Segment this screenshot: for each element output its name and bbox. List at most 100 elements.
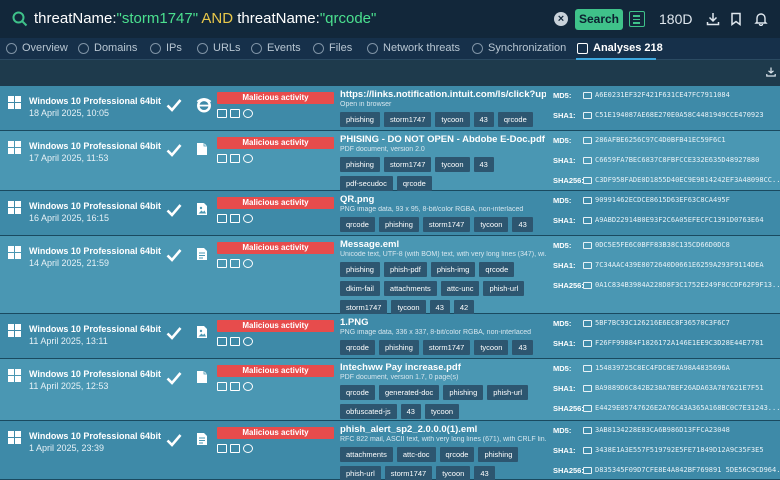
tag[interactable]: 43 <box>512 217 533 232</box>
tab-overview[interactable]: Overview <box>6 42 68 54</box>
analysis-row[interactable]: Windows 10 Professional 64bit 18 April 2… <box>0 86 780 140</box>
tab-synchronization[interactable]: Synchronization <box>472 42 566 54</box>
tab-files[interactable]: Files <box>313 42 352 54</box>
tag[interactable]: storm1747 <box>384 466 433 480</box>
analysis-title[interactable]: https://links.notification.intuit.com/ls… <box>340 89 546 100</box>
copy-icon[interactable] <box>583 111 592 119</box>
tab-analyses[interactable]: Analyses 218 <box>577 42 663 54</box>
tag[interactable]: obfuscated-js <box>340 404 397 419</box>
tag[interactable]: storm1747 <box>340 300 388 315</box>
analysis-title[interactable]: PHISING - DO NOT OPEN - Abdobe E-Doc.pdf <box>340 134 546 145</box>
tag[interactable]: qrcode <box>479 262 515 277</box>
tab-urls[interactable]: URLs <box>197 42 241 54</box>
copy-icon[interactable] <box>583 136 592 144</box>
search-input[interactable]: threatName:"storm1747" AND threatName:"q… <box>34 10 376 27</box>
tag[interactable]: dkim-fail <box>340 281 380 296</box>
search-button[interactable]: Search <box>575 9 623 30</box>
tag[interactable]: phishing <box>378 217 419 232</box>
analysis-title[interactable]: Message.eml <box>340 239 546 250</box>
tag[interactable]: phish-url <box>340 466 381 480</box>
tag[interactable]: tycoon <box>474 217 509 232</box>
copy-icon[interactable] <box>583 176 592 184</box>
tag[interactable]: phishing <box>340 112 380 127</box>
analysis-row[interactable]: Windows 10 Professional 64bit 11 April 2… <box>0 314 780 368</box>
analysis-title[interactable]: phish_alert_sp2_2.0.0.0(1).eml <box>340 424 546 435</box>
analysis-row[interactable]: Windows 10 Professional 64bit 14 April 2… <box>0 236 780 315</box>
tag[interactable]: 43 <box>473 112 494 127</box>
copy-icon[interactable] <box>583 384 592 392</box>
copy-icon[interactable] <box>583 339 592 347</box>
export-icon[interactable] <box>766 67 776 77</box>
tag[interactable]: 43 <box>473 157 494 172</box>
copy-icon[interactable] <box>583 446 592 454</box>
analysis-row[interactable]: Windows 10 Professional 64bit 16 April 2… <box>0 191 780 245</box>
tag[interactable]: 42 <box>453 300 475 315</box>
analysis-row[interactable]: Windows 10 Professional 64bit 17 April 2… <box>0 131 780 191</box>
tab-network-threats[interactable]: Network threats <box>367 42 460 54</box>
behavior-icons <box>217 382 253 391</box>
copy-icon[interactable] <box>583 426 592 434</box>
tag[interactable]: phishing <box>340 157 380 172</box>
tag[interactable]: attachments <box>340 447 393 462</box>
tag[interactable]: qrcode <box>439 447 475 462</box>
tab-domains[interactable]: Domains <box>78 42 137 54</box>
tag[interactable]: qrcode <box>340 385 375 400</box>
tag[interactable]: phishing <box>443 385 484 400</box>
period-selector[interactable]: 180D <box>659 11 692 27</box>
copy-icon[interactable] <box>583 241 592 249</box>
tag[interactable]: tycoon <box>391 300 426 315</box>
copy-icon[interactable] <box>583 319 592 327</box>
notification-icon[interactable] <box>754 12 768 26</box>
tag[interactable]: qrcode <box>497 112 533 127</box>
tag[interactable]: qrcode <box>340 217 375 232</box>
copy-icon[interactable] <box>583 156 592 164</box>
clear-search-button[interactable]: × <box>554 12 568 26</box>
copy-icon[interactable] <box>583 404 592 412</box>
tab-ips[interactable]: IPs <box>150 42 182 54</box>
analysis-row[interactable]: Windows 10 Professional 64bit 1 April 20… <box>0 421 780 480</box>
copy-icon[interactable] <box>583 261 592 269</box>
tag[interactable]: qrcode <box>340 340 375 355</box>
tag[interactable]: attc-doc <box>396 447 436 462</box>
analysis-title[interactable]: Intechww Pay increase.pdf <box>340 362 546 373</box>
tag[interactable]: tycoon <box>474 340 509 355</box>
tag[interactable]: tycoon <box>424 404 460 419</box>
tag[interactable]: storm1747 <box>422 340 471 355</box>
tag[interactable]: storm1747 <box>383 112 432 127</box>
tag[interactable]: attachments <box>383 281 437 296</box>
network-icon <box>367 42 378 54</box>
copy-icon[interactable] <box>583 364 592 372</box>
copy-icon[interactable] <box>583 281 592 289</box>
tag[interactable]: phish-img <box>430 262 476 277</box>
bookmark-icon[interactable] <box>729 12 743 26</box>
tag[interactable]: phishing <box>478 447 519 462</box>
tag[interactable]: 43 <box>512 340 533 355</box>
tag[interactable]: pdf-secudoc <box>340 176 393 191</box>
tag[interactable]: 43 <box>474 466 495 480</box>
tag[interactable]: storm1747 <box>383 157 432 172</box>
tag[interactable]: generated-doc <box>378 385 440 400</box>
analysis-row[interactable]: Windows 10 Professional 64bit 11 April 2… <box>0 359 780 421</box>
tag[interactable]: phishing <box>340 262 380 277</box>
tag[interactable]: storm1747 <box>422 217 471 232</box>
tag[interactable]: tycoon <box>435 112 470 127</box>
tag[interactable]: attc-unc <box>440 281 480 296</box>
search-history-button[interactable] <box>629 11 645 27</box>
tag[interactable]: tycoon <box>435 157 470 172</box>
copy-icon[interactable] <box>583 91 592 99</box>
analysis-title[interactable]: QR.png <box>340 194 546 205</box>
tag[interactable]: phish-pdf <box>383 262 427 277</box>
analysis-title[interactable]: 1.PNG <box>340 317 546 328</box>
tab-events[interactable]: Events <box>251 42 301 54</box>
tag[interactable]: qrcode <box>396 176 432 191</box>
copy-icon[interactable] <box>583 466 592 474</box>
download-icon[interactable] <box>706 12 720 26</box>
copy-icon[interactable] <box>583 196 592 204</box>
tag[interactable]: phish-url <box>487 385 529 400</box>
tag[interactable]: tycoon <box>436 466 471 480</box>
tag[interactable]: 43 <box>400 404 421 419</box>
copy-icon[interactable] <box>583 216 592 224</box>
tag[interactable]: phishing <box>378 340 419 355</box>
tag[interactable]: phish-url <box>483 281 525 296</box>
tag[interactable]: 43 <box>429 300 450 315</box>
